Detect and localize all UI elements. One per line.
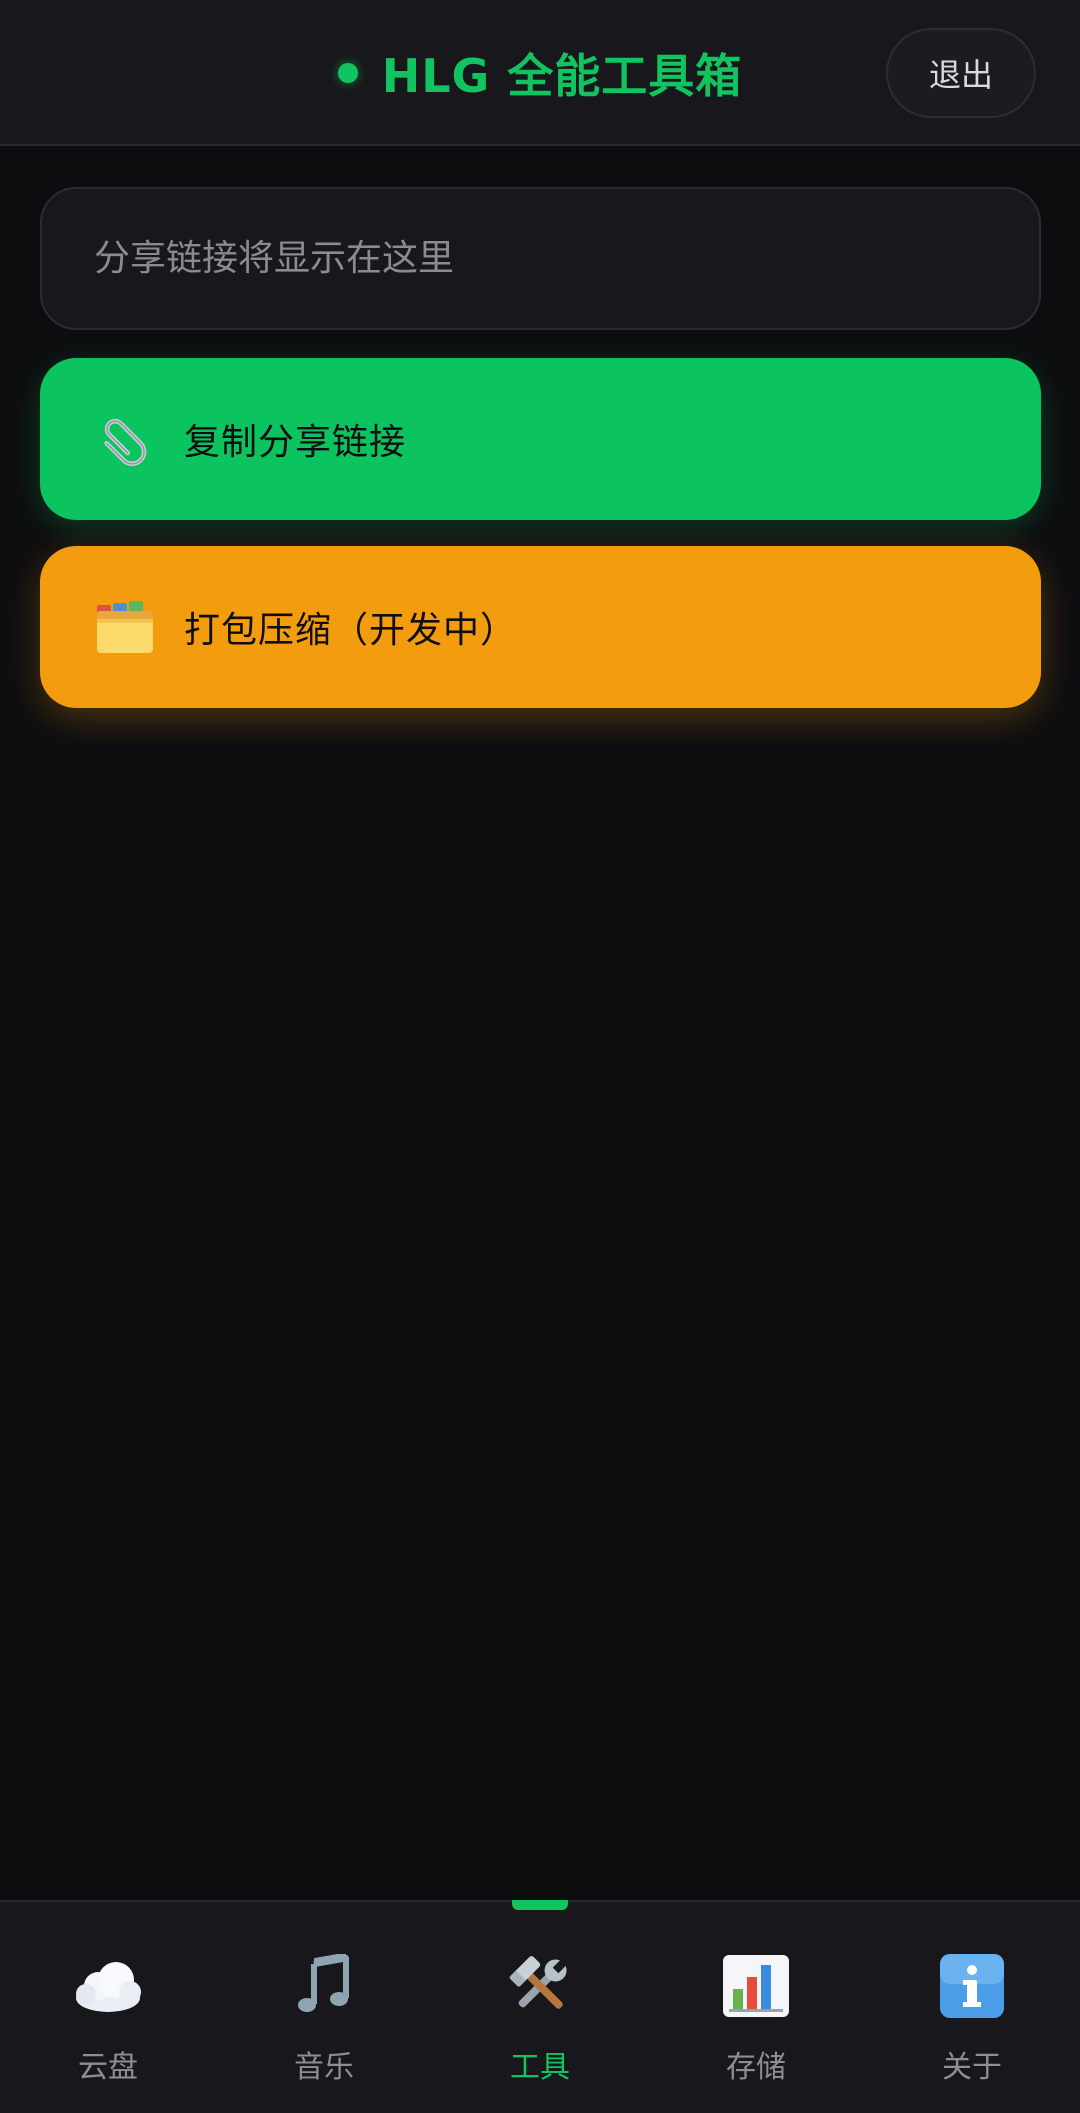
- tools-icon: [500, 1946, 580, 2026]
- active-tab-indicator: [512, 1900, 568, 1910]
- nav-label-storage: 存储: [726, 2050, 786, 2085]
- app-title: HLG 全能工具箱: [381, 49, 743, 103]
- share-link-field[interactable]: [40, 187, 1041, 330]
- copy-share-link-label: 复制分享链接: [184, 422, 407, 463]
- nav-item-music[interactable]: 音乐: [216, 1902, 432, 2113]
- nav-label-cloud: 云盘: [78, 2050, 138, 2085]
- nav-item-about[interactable]: 关于: [864, 1902, 1080, 2113]
- bar-chart-icon: [716, 1946, 796, 2026]
- info-icon: [932, 1946, 1012, 2026]
- copy-share-link-button[interactable]: 复制分享链接: [40, 358, 1041, 520]
- status-dot: [337, 63, 358, 83]
- nav-item-tools[interactable]: 工具: [432, 1900, 648, 2113]
- pack-compress-label: 打包压缩（开发中）: [184, 610, 518, 651]
- folder-icon: [90, 592, 160, 662]
- nav-label-tools: 工具: [510, 2050, 570, 2085]
- nav-label-music: 音乐: [294, 2050, 354, 2085]
- logout-button[interactable]: 退出: [886, 28, 1036, 118]
- app-header: HLG 全能工具箱 退出: [0, 0, 1080, 146]
- nav-item-storage[interactable]: 存储: [648, 1902, 864, 2113]
- cloud-icon: [68, 1946, 148, 2026]
- nav-label-about: 关于: [942, 2050, 1002, 2085]
- pack-compress-button[interactable]: 打包压缩（开发中）: [40, 546, 1041, 708]
- bottom-nav: 云盘 音乐 工具 存储 关于: [0, 1900, 1080, 2113]
- paperclip-icon: [90, 404, 160, 474]
- music-note-icon: [284, 1946, 364, 2026]
- nav-item-cloud[interactable]: 云盘: [0, 1902, 216, 2113]
